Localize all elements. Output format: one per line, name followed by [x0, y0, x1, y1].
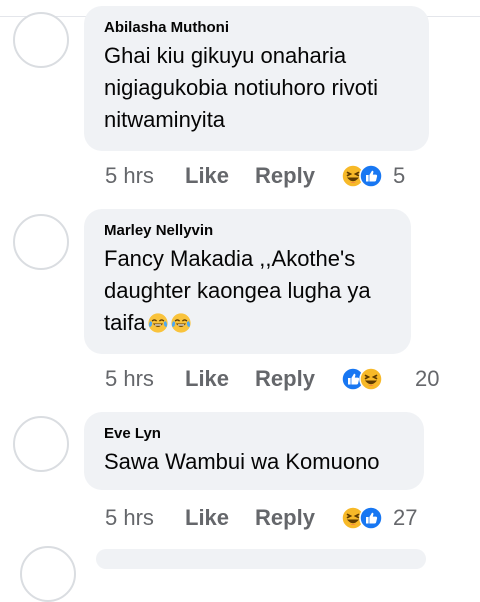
reaction-count: 20: [414, 366, 440, 391]
reaction-summary[interactable]: 20: [341, 366, 439, 392]
reaction-summary[interactable]: 5: [341, 163, 405, 189]
comment-timestamp[interactable]: 5 hrs: [105, 163, 185, 189]
comment-author[interactable]: Eve Lyn: [104, 425, 405, 443]
avatar[interactable]: [13, 416, 69, 472]
reply-button[interactable]: Reply: [255, 505, 315, 531]
tears-of-joy-emoji: [170, 312, 191, 334]
comment-actions: 5 hrs Like Reply 5: [105, 161, 405, 191]
comment-text-wrapper: Fancy Makadia ,,Akothe's daughter kaonge…: [104, 243, 392, 339]
comment-text: Ghai kiu gikuyu onaharia nigiagukobia no…: [104, 43, 378, 132]
like-button[interactable]: Like: [185, 505, 229, 531]
comment-bubble[interactable]: Marley Nellyvin Fancy Makadia ,,Akothe's…: [84, 209, 411, 354]
comment-bubble[interactable]: Abilasha Muthoni Ghai kiu gikuyu onahari…: [84, 6, 429, 151]
comment-text: Sawa Wambui wa Komuono: [104, 449, 380, 474]
avatar[interactable]: [13, 214, 69, 270]
haha-icon: [359, 367, 383, 391]
like-icon: [359, 164, 383, 188]
reply-button[interactable]: Reply: [255, 163, 315, 189]
comment-bubble[interactable]: Eve Lyn Sawa Wambui wa Komuono: [84, 412, 424, 490]
comment-timestamp[interactable]: 5 hrs: [105, 505, 185, 531]
avatar[interactable]: [20, 546, 76, 602]
like-icon: [359, 506, 383, 530]
comment-timestamp[interactable]: 5 hrs: [105, 366, 185, 392]
reply-button[interactable]: Reply: [255, 366, 315, 392]
comment-author[interactable]: Marley Nellyvin: [104, 222, 392, 240]
comment-text: Fancy Makadia ,,Akothe's daughter kaonge…: [104, 246, 371, 335]
comment-bubble[interactable]: [96, 549, 426, 569]
comment-author[interactable]: Abilasha Muthoni: [104, 19, 410, 37]
reaction-count: 5: [392, 163, 406, 188]
like-button[interactable]: Like: [185, 366, 229, 392]
reaction-summary[interactable]: 27: [341, 505, 417, 531]
avatar[interactable]: [13, 12, 69, 68]
comment-actions: 5 hrs Like Reply 27: [105, 503, 417, 533]
reaction-count: 27: [392, 505, 418, 530]
comment-actions: 5 hrs Like Reply 20: [105, 364, 439, 394]
like-button[interactable]: Like: [185, 163, 229, 189]
tears-of-joy-emoji: [147, 312, 168, 334]
